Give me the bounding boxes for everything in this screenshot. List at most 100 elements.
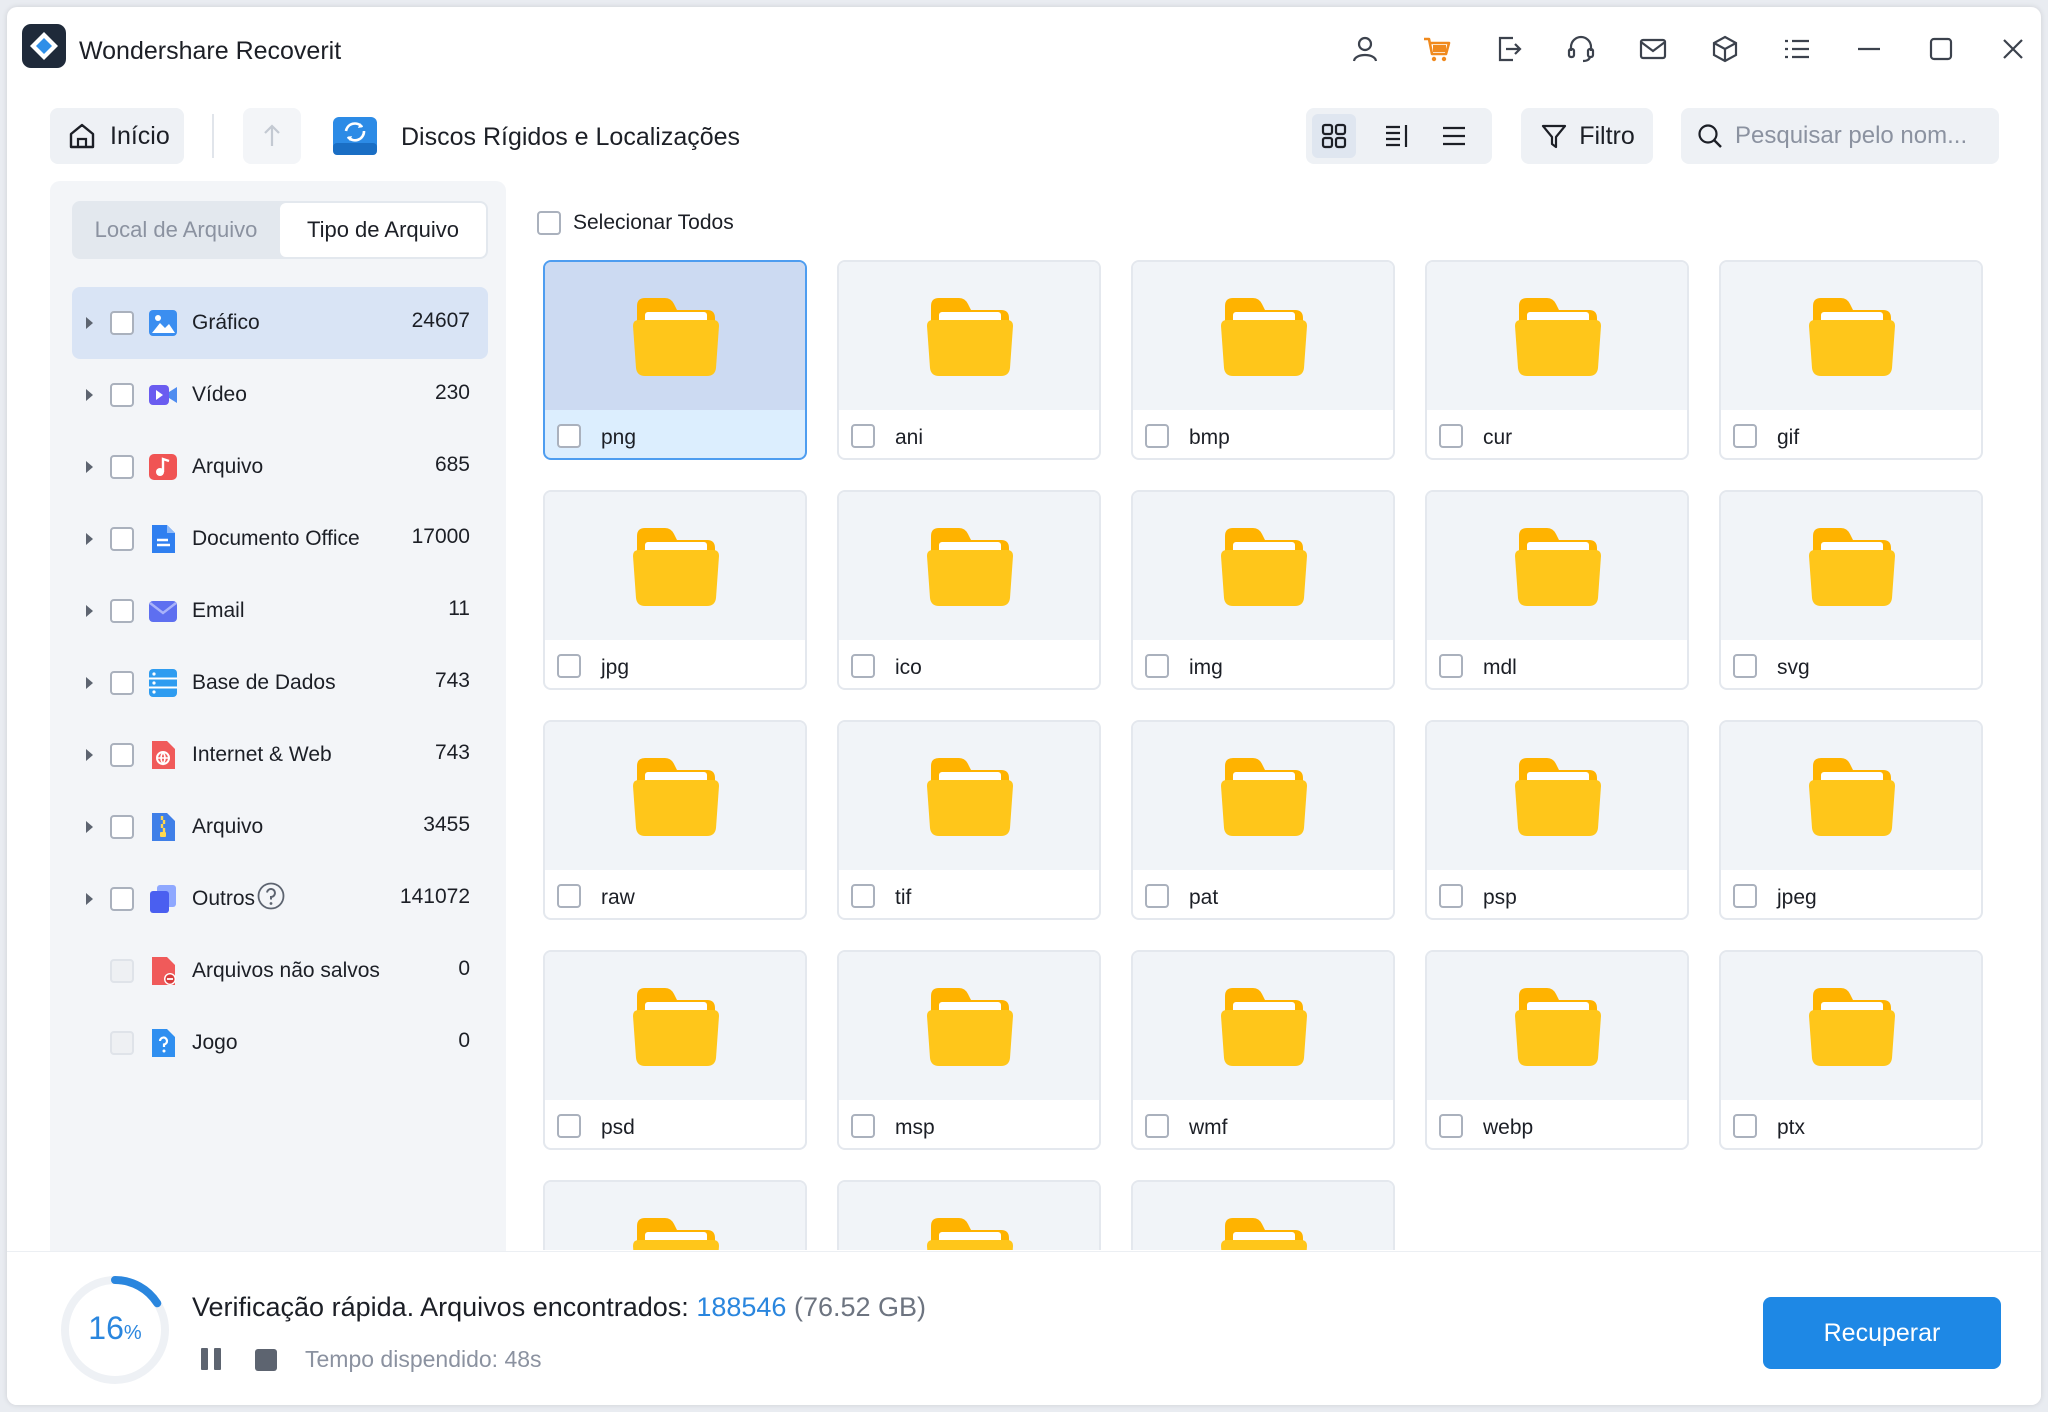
tile-checkbox[interactable] <box>1439 884 1463 908</box>
file-type-tile[interactable] <box>1131 1180 1395 1250</box>
file-type-tile[interactable]: bmp <box>1131 260 1395 460</box>
select-all-control[interactable]: Selecionar Todos <box>537 211 734 235</box>
category-item-video[interactable]: Vídeo 230 <box>72 359 488 431</box>
tile-checkbox[interactable] <box>557 884 581 908</box>
grid-view-button[interactable] <box>1312 114 1356 158</box>
category-item-base-de-dados[interactable]: Base de Dados 743 <box>72 647 488 719</box>
search-input[interactable] <box>1735 122 1985 150</box>
category-item-outros[interactable]: Outros 141072 <box>72 863 488 935</box>
expand-caret-icon[interactable] <box>86 893 93 905</box>
category-item-audio[interactable]: Arquivo 685 <box>72 431 488 503</box>
grid-view-icon <box>1321 123 1347 149</box>
tile-checkbox[interactable] <box>1145 884 1169 908</box>
tab-file-type[interactable]: Tipo de Arquivo <box>280 203 486 257</box>
category-checkbox[interactable] <box>110 455 134 479</box>
category-item-documento-office[interactable]: Documento Office 17000 <box>72 503 488 575</box>
tile-checkbox[interactable] <box>1733 1114 1757 1138</box>
category-item-archive[interactable]: Arquivo 3455 <box>72 791 488 863</box>
file-type-tile[interactable]: webp <box>1425 950 1689 1150</box>
category-checkbox[interactable] <box>110 527 134 551</box>
expand-caret-icon[interactable] <box>86 749 93 761</box>
category-item-jogo[interactable]: Jogo 0 <box>72 1007 488 1079</box>
expand-caret-icon[interactable] <box>86 317 93 329</box>
tile-checkbox[interactable] <box>851 1114 875 1138</box>
file-type-tile[interactable]: tif <box>837 720 1101 920</box>
file-type-tile[interactable]: msp <box>837 950 1101 1150</box>
file-type-tile[interactable]: psp <box>1425 720 1689 920</box>
tab-file-location[interactable]: Local de Arquivo <box>72 201 280 259</box>
category-item-grafico[interactable]: Gráfico 24607 <box>72 287 488 359</box>
category-item-email[interactable]: Email 11 <box>72 575 488 647</box>
category-count: 685 <box>434 453 470 476</box>
category-checkbox[interactable] <box>110 743 134 767</box>
category-item-arquivos-nao-salvos[interactable]: Arquivos não salvos 0 <box>72 935 488 1007</box>
tile-checkbox[interactable] <box>851 654 875 678</box>
file-type-tile[interactable]: gif <box>1719 260 1983 460</box>
expand-caret-icon[interactable] <box>86 605 93 617</box>
list-view-button[interactable] <box>1432 114 1476 158</box>
tile-checkbox[interactable] <box>1439 424 1463 448</box>
filter-button[interactable]: Filtro <box>1521 108 1653 164</box>
tile-checkbox[interactable] <box>557 654 581 678</box>
up-folder-button[interactable] <box>243 108 301 164</box>
file-type-tile[interactable]: ani <box>837 260 1101 460</box>
file-type-tile[interactable] <box>543 1180 807 1250</box>
close-icon[interactable] <box>1995 31 2031 67</box>
export-icon[interactable] <box>1491 31 1527 67</box>
category-item-internet-web[interactable]: Internet & Web 743 <box>72 719 488 791</box>
expand-caret-icon[interactable] <box>86 533 93 545</box>
mail-icon[interactable] <box>1635 31 1671 67</box>
tile-checkbox[interactable] <box>1439 1114 1463 1138</box>
tile-checkbox[interactable] <box>1439 654 1463 678</box>
category-checkbox[interactable] <box>110 383 134 407</box>
pause-button[interactable] <box>201 1348 225 1372</box>
detail-view-button[interactable] <box>1376 114 1420 158</box>
recover-button[interactable]: Recuperar <box>1763 1297 2001 1369</box>
file-type-tile[interactable]: jpg <box>543 490 807 690</box>
category-checkbox[interactable] <box>110 887 134 911</box>
expand-caret-icon[interactable] <box>86 461 93 473</box>
maximize-icon[interactable] <box>1923 31 1959 67</box>
tile-checkbox[interactable] <box>851 424 875 448</box>
home-button[interactable]: Início <box>50 108 184 164</box>
minimize-icon[interactable] <box>1851 31 1887 67</box>
file-type-tile[interactable]: raw <box>543 720 807 920</box>
file-type-tile[interactable]: ptx <box>1719 950 1983 1150</box>
tile-checkbox[interactable] <box>1733 884 1757 908</box>
expand-caret-icon[interactable] <box>86 677 93 689</box>
stop-button[interactable] <box>255 1349 277 1371</box>
file-type-tile[interactable]: psd <box>543 950 807 1150</box>
cart-icon[interactable] <box>1419 31 1455 67</box>
headset-icon[interactable] <box>1563 31 1599 67</box>
tile-checkbox[interactable] <box>1733 654 1757 678</box>
help-icon[interactable] <box>256 881 286 911</box>
category-checkbox[interactable] <box>110 815 134 839</box>
file-type-tile[interactable]: png <box>543 260 807 460</box>
search-box[interactable] <box>1681 108 1999 164</box>
file-type-tile[interactable] <box>837 1180 1101 1250</box>
menu-list-icon[interactable] <box>1779 31 1815 67</box>
file-type-tile[interactable]: pat <box>1131 720 1395 920</box>
category-checkbox[interactable] <box>110 311 134 335</box>
file-type-tile[interactable]: mdl <box>1425 490 1689 690</box>
tile-checkbox[interactable] <box>1145 1114 1169 1138</box>
tile-checkbox[interactable] <box>1733 424 1757 448</box>
file-type-tile[interactable]: ico <box>837 490 1101 690</box>
file-type-tile[interactable]: img <box>1131 490 1395 690</box>
category-checkbox[interactable] <box>110 599 134 623</box>
select-all-checkbox[interactable] <box>537 211 561 235</box>
cube-icon[interactable] <box>1707 31 1743 67</box>
expand-caret-icon[interactable] <box>86 389 93 401</box>
tile-checkbox[interactable] <box>851 884 875 908</box>
user-icon[interactable] <box>1347 31 1383 67</box>
tile-checkbox[interactable] <box>1145 654 1169 678</box>
file-type-tile[interactable]: cur <box>1425 260 1689 460</box>
tile-checkbox[interactable] <box>557 1114 581 1138</box>
expand-caret-icon[interactable] <box>86 821 93 833</box>
file-type-tile[interactable]: wmf <box>1131 950 1395 1150</box>
tile-checkbox[interactable] <box>1145 424 1169 448</box>
file-type-tile[interactable]: svg <box>1719 490 1983 690</box>
tile-checkbox[interactable] <box>557 424 581 448</box>
file-type-tile[interactable]: jpeg <box>1719 720 1983 920</box>
category-checkbox[interactable] <box>110 671 134 695</box>
